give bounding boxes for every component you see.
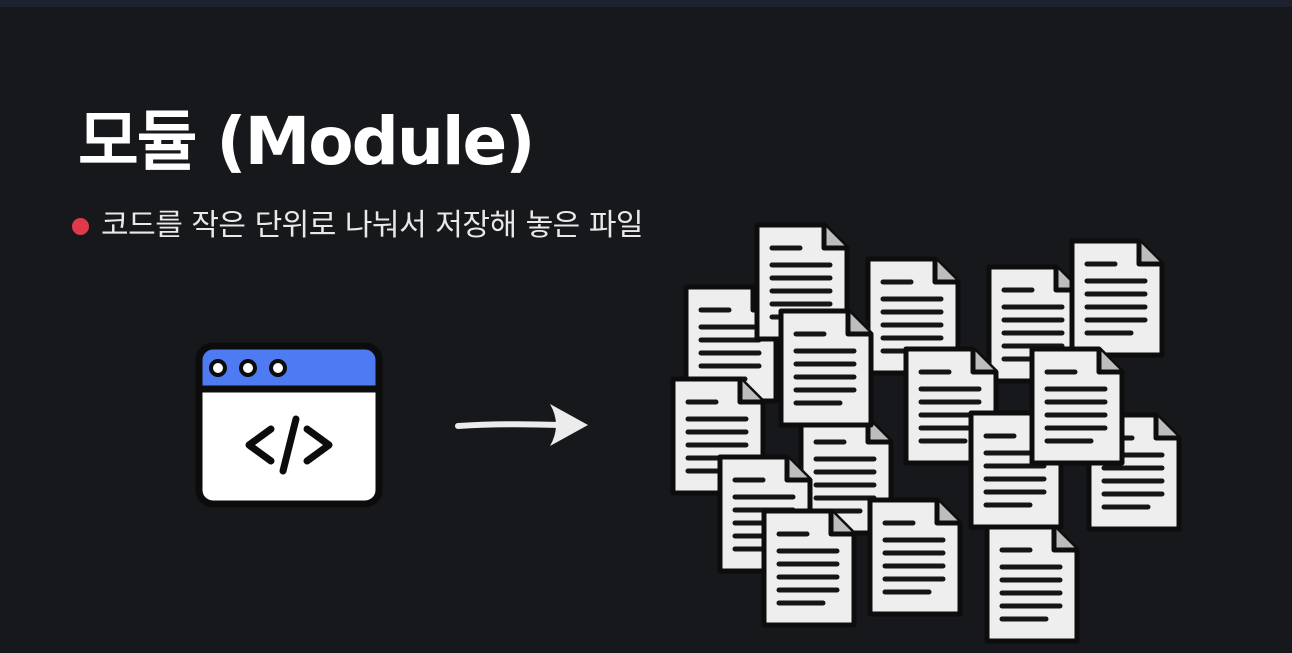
bullet-text: 코드를 작은 단위로 나눠서 저장해 놓은 파일 <box>101 208 644 243</box>
bullet-point: 코드를 작은 단위로 나눠서 저장해 놓은 파일 <box>72 208 644 244</box>
document-file-icon <box>764 511 854 625</box>
document-file-icon <box>1032 349 1122 463</box>
code-window-icon <box>195 342 383 508</box>
document-file-icon <box>870 500 960 614</box>
document-pile <box>660 220 1200 650</box>
document-file-icon <box>1072 241 1162 355</box>
top-bar <box>0 0 1292 7</box>
bullet-dot-icon <box>72 217 89 235</box>
document-file-icon <box>987 527 1077 641</box>
document-file-icon <box>781 311 871 425</box>
slide-title: 모듈 (Module) <box>78 103 535 180</box>
arrow-right-icon <box>455 404 588 446</box>
